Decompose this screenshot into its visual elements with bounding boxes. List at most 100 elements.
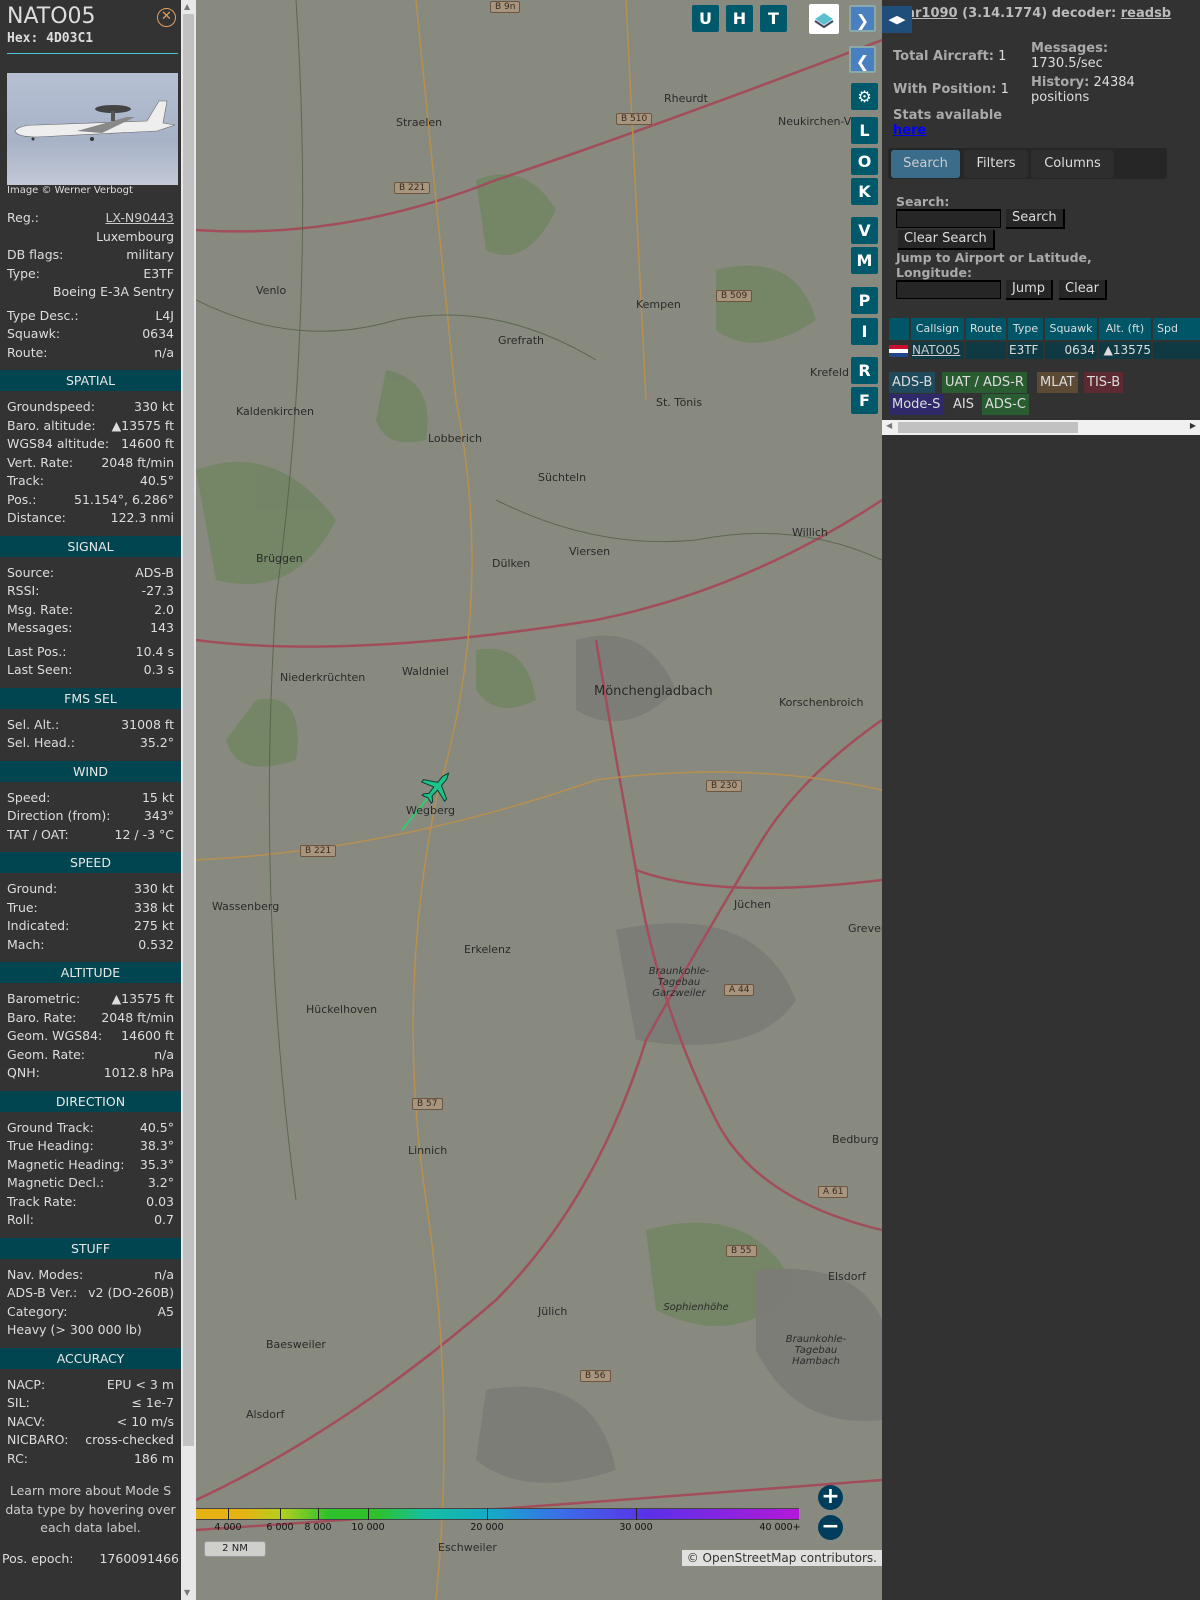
- info-label[interactable]: Ground:: [7, 880, 57, 899]
- map-button-h[interactable]: H: [726, 5, 753, 32]
- map-attribution[interactable]: © OpenStreetMap contributors.: [681, 1550, 882, 1566]
- stats-link[interactable]: here: [893, 123, 926, 138]
- column-header-speed[interactable]: Spd: [1153, 318, 1200, 340]
- jump-input[interactable]: [896, 280, 1001, 299]
- info-label[interactable]: SIL:: [7, 1394, 30, 1413]
- info-label[interactable]: Sel. Head.:: [7, 734, 75, 753]
- info-label[interactable]: NICBARO:: [7, 1431, 68, 1450]
- map-button-k[interactable]: K: [851, 178, 878, 205]
- close-icon[interactable]: ✕: [157, 8, 176, 27]
- column-header-type[interactable]: Type: [1008, 318, 1043, 340]
- column-header-route[interactable]: Route: [966, 318, 1006, 340]
- info-label[interactable]: TAT / OAT:: [7, 826, 69, 845]
- zoom-out-button[interactable]: −: [818, 1515, 843, 1540]
- info-label[interactable]: Groundspeed:: [7, 398, 95, 417]
- scroll-right-icon[interactable]: ▶: [1190, 421, 1196, 430]
- info-label[interactable]: Category:: [7, 1303, 67, 1322]
- expand-panel-button[interactable]: ❯: [849, 5, 876, 32]
- info-label[interactable]: Pos.:: [7, 491, 36, 510]
- info-label[interactable]: ADS-B Ver.:: [7, 1284, 77, 1303]
- info-label[interactable]: WGS84 altitude:: [7, 435, 109, 454]
- map-button-p[interactable]: P: [851, 287, 878, 314]
- info-label[interactable]: Barometric:: [7, 990, 80, 1009]
- map-button-t[interactable]: T: [760, 5, 787, 32]
- info-label[interactable]: Geom. WGS84:: [7, 1027, 102, 1046]
- info-label[interactable]: Direction (from):: [7, 807, 111, 826]
- map[interactable]: Straelen Rheurdt Neukirchen-Vluyn Venlo Kemp…: [196, 0, 882, 1600]
- callsign-cell[interactable]: NATO05: [912, 343, 960, 357]
- info-label[interactable]: Ground Track:: [7, 1119, 94, 1138]
- search-input[interactable]: [896, 209, 1001, 228]
- column-header-squawk[interactable]: Squawk: [1045, 318, 1097, 340]
- info-row: Indicated: 275 kt: [0, 917, 181, 936]
- zoom-in-button[interactable]: +: [818, 1485, 843, 1510]
- info-label[interactable]: Geom. Rate:: [7, 1046, 85, 1065]
- info-label[interactable]: Heavy (> 300 000 lb): [7, 1321, 142, 1340]
- layers-button[interactable]: [809, 4, 839, 34]
- map-button-i[interactable]: I: [851, 318, 878, 345]
- aircraft-photo[interactable]: [7, 73, 178, 185]
- tab-columns[interactable]: Columns: [1031, 150, 1114, 178]
- info-label[interactable]: Baro. altitude:: [7, 417, 96, 436]
- jump-button[interactable]: Jump: [1006, 280, 1053, 300]
- info-label[interactable]: Source:: [7, 564, 54, 583]
- settings-button[interactable]: ⚙: [851, 83, 878, 110]
- map-button-f[interactable]: F: [851, 387, 878, 414]
- map-button-r[interactable]: R: [851, 357, 878, 384]
- info-label[interactable]: NACP:: [7, 1376, 45, 1395]
- map-button-o[interactable]: O: [851, 148, 878, 175]
- tab-search[interactable]: Search: [891, 150, 960, 178]
- clear-search-button[interactable]: Clear Search: [898, 230, 995, 250]
- info-label[interactable]: True Heading:: [7, 1137, 94, 1156]
- info-row: Pos.: 51.154°, 6.286°: [0, 491, 181, 510]
- info-label[interactable]: Track Rate:: [7, 1193, 77, 1212]
- info-label[interactable]: NACV:: [7, 1413, 45, 1432]
- registration-link[interactable]: LX-N90443: [105, 209, 174, 228]
- toggle-sidebar-button[interactable]: ◀▶: [882, 6, 912, 33]
- info-value: 122.3 nmi: [110, 510, 174, 525]
- tab-filters[interactable]: Filters: [964, 150, 1028, 178]
- scroll-up-icon[interactable]: ▲: [184, 2, 190, 11]
- info-label[interactable]: Indicated:: [7, 917, 69, 936]
- map-button-u[interactable]: U: [692, 5, 719, 32]
- map-label-straelen: Straelen: [396, 116, 443, 129]
- clear-button[interactable]: Clear: [1059, 280, 1107, 300]
- scrollbar-thumb[interactable]: [183, 14, 194, 1446]
- column-header-altitude[interactable]: Alt. (ft): [1099, 318, 1151, 340]
- left-panel-scrollbar[interactable]: ▲ ▼: [181, 0, 196, 1600]
- legend-label: 30 000: [619, 1522, 653, 1533]
- info-label[interactable]: RSSI:: [7, 582, 39, 601]
- search-button[interactable]: Search: [1006, 209, 1065, 229]
- map-button-v[interactable]: V: [851, 217, 878, 244]
- scroll-down-icon[interactable]: ▼: [184, 1588, 190, 1597]
- info-label[interactable]: Sel. Alt.:: [7, 716, 59, 735]
- info-label[interactable]: RC:: [7, 1450, 28, 1469]
- info-label[interactable]: Last Seen:: [7, 661, 72, 680]
- map-button-l[interactable]: L: [851, 117, 878, 144]
- info-label[interactable]: Mach:: [7, 936, 44, 955]
- info-label[interactable]: Magnetic Decl.:: [7, 1174, 104, 1193]
- aircraft-marker-icon[interactable]: [415, 764, 460, 809]
- scrollbar-thumb[interactable]: [898, 422, 1078, 433]
- info-label[interactable]: Magnetic Heading:: [7, 1156, 124, 1175]
- info-label[interactable]: Vert. Rate:: [7, 454, 73, 473]
- info-label[interactable]: Nav. Modes:: [7, 1266, 83, 1285]
- info-label[interactable]: Messages:: [7, 619, 73, 638]
- map-button-m[interactable]: M: [851, 247, 878, 274]
- map-label-willich: Willich: [792, 526, 828, 539]
- info-label[interactable]: Last Pos.:: [7, 643, 66, 662]
- info-label[interactable]: Distance:: [7, 509, 66, 528]
- info-label[interactable]: Track:: [7, 472, 44, 491]
- info-label[interactable]: Baro. Rate:: [7, 1009, 76, 1028]
- info-label[interactable]: Speed:: [7, 789, 50, 808]
- column-header-callsign[interactable]: Callsign: [911, 318, 964, 340]
- collapse-panel-button[interactable]: ❮: [849, 46, 876, 73]
- decoder-link[interactable]: readsb: [1121, 6, 1171, 21]
- info-label[interactable]: Msg. Rate:: [7, 601, 73, 620]
- table-horizontal-scrollbar[interactable]: ◀ ▶: [882, 420, 1200, 435]
- with-position-value: 1: [1000, 82, 1009, 97]
- info-label[interactable]: QNH:: [7, 1064, 40, 1083]
- scroll-left-icon[interactable]: ◀: [886, 421, 892, 430]
- info-label[interactable]: True:: [7, 899, 38, 918]
- info-label[interactable]: Roll:: [7, 1211, 34, 1230]
